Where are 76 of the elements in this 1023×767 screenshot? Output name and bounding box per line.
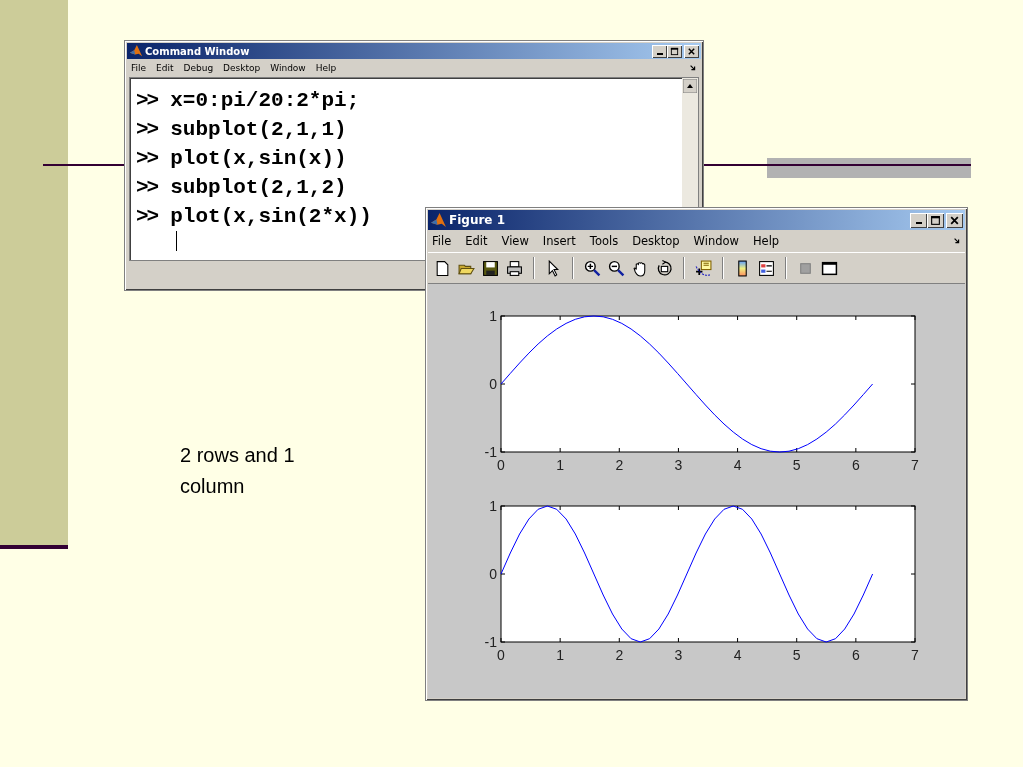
menu-item[interactable]: Desktop <box>632 234 680 248</box>
menu-item[interactable]: View <box>501 234 529 248</box>
x-tick-label: 5 <box>792 457 801 473</box>
menu-item[interactable]: Tools <box>589 234 619 248</box>
data-cursor-icon[interactable] <box>695 259 712 277</box>
menu-item[interactable]: Desktop <box>223 63 261 73</box>
menu-item[interactable]: Edit <box>465 234 488 248</box>
print-icon[interactable] <box>506 259 523 277</box>
command-text: subplot(2,1,2) <box>170 175 347 201</box>
minimize-button[interactable] <box>910 212 927 228</box>
maximize-icon <box>930 214 941 226</box>
menu-item[interactable]: Window <box>270 63 306 73</box>
x-tick-label: 3 <box>674 457 683 473</box>
command-text: plot(x,sin(2*x)) <box>170 204 372 230</box>
window-title: Figure 1 <box>449 213 506 227</box>
menu-item[interactable]: File <box>432 234 452 248</box>
command-text: subplot(2,1,1) <box>170 117 347 143</box>
zoom-in-icon[interactable] <box>584 259 601 277</box>
x-tick-label: 3 <box>674 647 683 663</box>
close-button[interactable] <box>946 212 963 228</box>
command-text: plot(x,sin(x)) <box>170 146 347 172</box>
app-logo-icon <box>129 44 143 58</box>
legend-icon[interactable] <box>758 259 775 277</box>
show-plot-tools-icon[interactable] <box>821 259 838 277</box>
y-tick-label: 0 <box>489 566 497 582</box>
close-icon <box>949 214 960 226</box>
x-tick-label: 4 <box>733 457 742 473</box>
menu-item[interactable]: Debug <box>183 63 214 73</box>
caption-text: 2 rows and 1 column <box>180 443 296 499</box>
window-title: Command Window <box>145 45 250 57</box>
minimize-icon <box>915 222 922 224</box>
y-tick-label: -1 <box>484 444 497 460</box>
rotate-icon[interactable] <box>656 259 673 277</box>
prompt: >> <box>136 146 158 172</box>
command-text: x=0:pi/20:2*pi; <box>170 88 360 114</box>
new-file-icon[interactable] <box>434 259 451 277</box>
y-tick-label: -1 <box>484 634 497 650</box>
menu-item[interactable]: Help <box>752 234 780 248</box>
x-tick-label: 4 <box>733 647 742 663</box>
x-tick-label: 2 <box>615 647 624 663</box>
zoom-out-icon[interactable] <box>608 259 625 277</box>
minimize-icon <box>656 53 663 55</box>
x-tick-label: 0 <box>497 457 505 473</box>
close-icon <box>687 46 696 56</box>
save-icon[interactable] <box>482 259 499 277</box>
x-tick-label: 7 <box>911 647 919 663</box>
menu-item[interactable]: Insert <box>542 234 576 248</box>
x-tick-label: 1 <box>556 457 565 473</box>
x-tick-label: 6 <box>851 647 860 663</box>
maximize-button[interactable] <box>927 212 944 228</box>
menu-item[interactable]: Edit <box>156 63 174 73</box>
y-tick-label: 1 <box>489 308 497 324</box>
menu-item[interactable]: Window <box>693 234 739 248</box>
menu-item[interactable]: Help <box>315 63 337 73</box>
prompt: >> <box>136 88 158 114</box>
menu-item[interactable]: File <box>131 63 147 73</box>
x-tick-label: 2 <box>615 457 624 473</box>
prompt: >> <box>136 204 158 230</box>
maximize-button[interactable] <box>667 44 682 58</box>
prompt: >> <box>136 117 158 143</box>
app-logo-icon <box>430 211 447 229</box>
maximize-icon <box>670 46 679 56</box>
y-tick-label: 0 <box>489 376 497 392</box>
dock-arrow-icon[interactable] <box>953 237 961 245</box>
text-cursor <box>176 231 177 251</box>
scroll-up-icon[interactable] <box>683 79 697 93</box>
close-button[interactable] <box>684 44 699 58</box>
y-tick-label: 1 <box>489 498 497 514</box>
minimize-button[interactable] <box>652 44 667 58</box>
x-tick-label: 6 <box>851 457 860 473</box>
x-tick-label: 1 <box>556 647 565 663</box>
prompt: >> <box>136 175 158 201</box>
x-tick-label: 5 <box>792 647 801 663</box>
x-tick-label: 0 <box>497 647 505 663</box>
dock-arrow-icon[interactable] <box>689 64 697 72</box>
x-tick-label: 7 <box>911 457 919 473</box>
